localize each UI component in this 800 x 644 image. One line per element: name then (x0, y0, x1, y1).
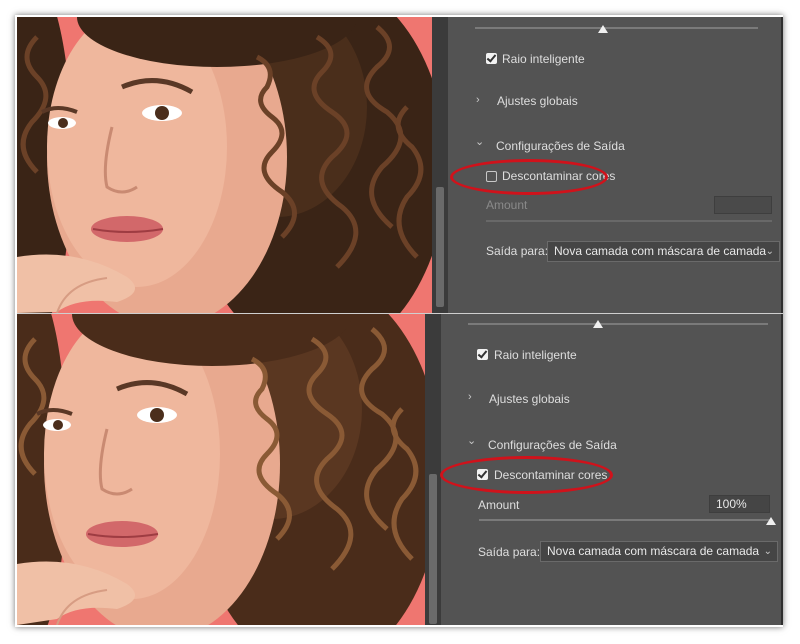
refine-edge-panel-before: Raio inteligente › Ajustes globais ⌄ Con… (448, 17, 783, 313)
saida-para-select[interactable]: Nova camada com máscara de camada ⌄ (547, 241, 780, 262)
amount-slider-thumb[interactable] (766, 517, 776, 525)
chevron-right-icon[interactable]: › (468, 391, 472, 403)
configuracoes-saida-label[interactable]: Configurações de Saída (488, 438, 617, 452)
chevron-down-icon[interactable]: ⌄ (475, 135, 484, 148)
descontaminar-checkbox[interactable] (486, 171, 497, 182)
comparison-bottom: Raio inteligente › Ajustes globais ⌄ Con… (17, 314, 783, 625)
raio-inteligente-checkbox[interactable] (477, 349, 488, 360)
panel-edge (781, 314, 783, 625)
descontaminar-checkbox[interactable] (477, 469, 488, 480)
raio-inteligente-label: Raio inteligente (494, 348, 577, 362)
ajustes-globais-label[interactable]: Ajustes globais (497, 94, 578, 108)
configuracoes-saida-label[interactable]: Configurações de Saída (496, 139, 625, 153)
portrait-image (17, 17, 432, 313)
amount-label: Amount (478, 498, 520, 512)
descontaminar-label: Descontaminar cores (494, 468, 608, 482)
preview-scrollbar[interactable] (432, 17, 448, 313)
saida-para-value: Nova camada com máscara de camada (554, 244, 767, 258)
saida-para-label: Saída para: (486, 244, 549, 258)
amount-input[interactable] (714, 196, 772, 214)
scrollbar-thumb[interactable] (436, 187, 444, 307)
chevron-right-icon[interactable]: › (476, 94, 480, 106)
amount-slider-track[interactable] (486, 220, 772, 222)
descontaminar-label: Descontaminar cores (502, 169, 616, 183)
saida-para-value: Nova camada com máscara de camada (547, 544, 760, 558)
chevron-down-icon[interactable]: ⌄ (467, 434, 476, 447)
dropdown-arrow-icon: ⌄ (763, 546, 772, 557)
ajustes-globais-label[interactable]: Ajustes globais (489, 392, 570, 406)
refine-edge-panel-after: Raio inteligente › Ajustes globais ⌄ Con… (441, 314, 783, 625)
amount-label: Amount (486, 198, 528, 212)
comparison-top: Raio inteligente › Ajustes globais ⌄ Con… (17, 17, 783, 313)
amount-input[interactable]: 100% (709, 495, 770, 513)
raio-inteligente-checkbox[interactable] (486, 53, 497, 64)
saida-para-label: Saída para: (478, 545, 541, 559)
radius-slider-track[interactable] (468, 323, 768, 325)
preview-scrollbar[interactable] (425, 314, 441, 625)
preview-image-before (17, 17, 432, 313)
raio-inteligente-label: Raio inteligente (502, 52, 585, 66)
preview-image-after (17, 314, 425, 625)
amount-slider-track[interactable] (479, 519, 771, 521)
radius-slider-track[interactable] (475, 27, 758, 29)
dropdown-arrow-icon: ⌄ (765, 246, 774, 257)
radius-slider-thumb[interactable] (593, 320, 603, 328)
saida-para-select[interactable]: Nova camada com máscara de camada ⌄ (540, 541, 778, 562)
portrait-image (17, 314, 425, 625)
radius-slider-thumb[interactable] (598, 25, 608, 33)
panel-edge (781, 17, 783, 313)
scrollbar-thumb[interactable] (429, 474, 437, 624)
